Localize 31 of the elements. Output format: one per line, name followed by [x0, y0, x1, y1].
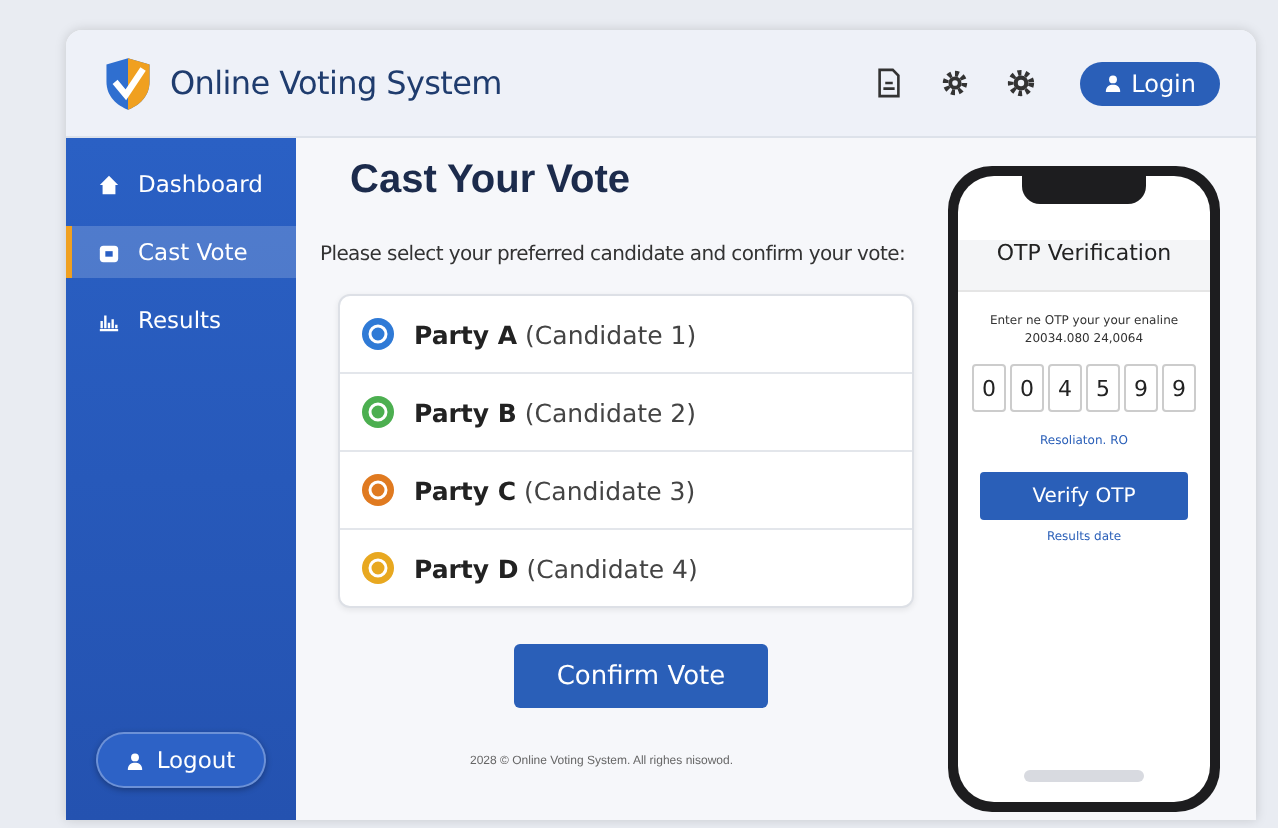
- home-icon: [98, 173, 120, 195]
- otp-digit-field[interactable]: 4: [1048, 364, 1082, 412]
- otp-digit-field[interactable]: 9: [1162, 364, 1196, 412]
- sidebar-item[interactable]: Dashboard: [66, 158, 296, 210]
- instruction-text: Please select your preferred candidate and confirm your vote:: [320, 244, 908, 266]
- verify-otp-button[interactable]: Verify OTP: [980, 472, 1188, 520]
- settings-icon[interactable]: [1005, 68, 1036, 98]
- login-button[interactable]: Login: [1079, 61, 1220, 105]
- user-icon: [126, 751, 145, 769]
- confirm-vote-button[interactable]: Confirm Vote: [514, 644, 768, 708]
- document-icon[interactable]: [873, 68, 904, 98]
- app-title: Online Voting System: [170, 64, 502, 102]
- candidate-option[interactable]: Party C (Candidate 3): [340, 452, 912, 530]
- user-icon: [1103, 74, 1122, 92]
- otp-digit-field[interactable]: 0: [972, 364, 1006, 412]
- otp-title: OTP Verification: [958, 240, 1210, 292]
- phone-notch: [1022, 176, 1146, 204]
- candidate-option[interactable]: Party A (Candidate 1): [340, 296, 912, 374]
- otp-digit-field[interactable]: 5: [1086, 364, 1120, 412]
- home-indicator: [1024, 770, 1144, 782]
- otp-digit-field[interactable]: 0: [1010, 364, 1044, 412]
- candidate-option[interactable]: Party D (Candidate 4): [340, 530, 912, 606]
- sidebar-item[interactable]: Cast Vote: [66, 226, 296, 278]
- shield-logo-icon: [102, 55, 154, 111]
- logout-button[interactable]: Logout: [96, 732, 266, 788]
- candidate-option[interactable]: Party B (Candidate 2): [340, 374, 912, 452]
- otp-digit-field[interactable]: 9: [1124, 364, 1158, 412]
- ballot-icon: [98, 241, 120, 263]
- gear-icon[interactable]: [939, 68, 970, 98]
- page-title: Cast Your Vote: [350, 158, 633, 204]
- sidebar-item[interactable]: Results: [66, 294, 296, 346]
